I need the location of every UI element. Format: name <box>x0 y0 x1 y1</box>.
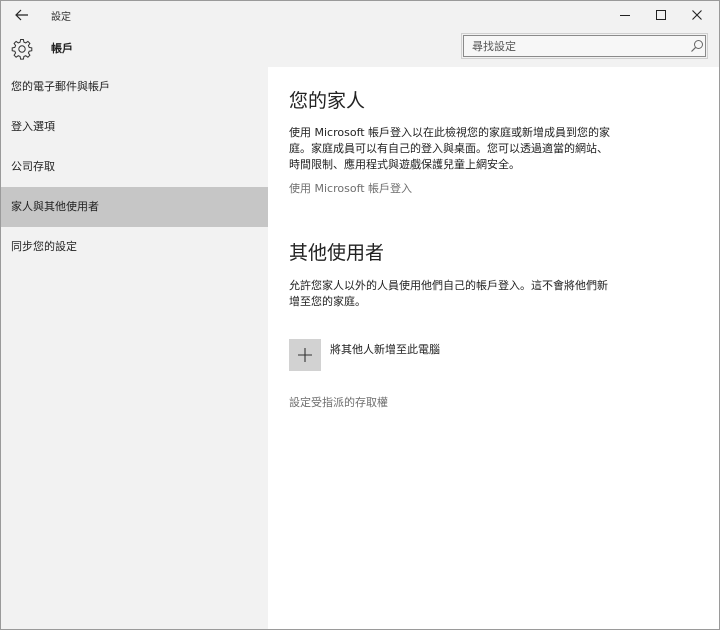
other-users-description-line: 允許您家人以外的人員使用他們自己的帳戶登入。這不會將他們新 <box>289 279 608 292</box>
other-users-description: 允許您家人以外的人員使用他們自己的帳戶登入。這不會將他們新 增至您的家庭。 <box>289 278 659 310</box>
family-description-line: 時間限制、應用程式與遊戲保護兒童上網安全。 <box>289 158 520 171</box>
add-user-label[interactable]: 將其他人新增至此電腦 <box>330 341 440 357</box>
sidebar-item-label: 同步您的設定 <box>11 240 77 253</box>
microsoft-sign-in-link[interactable]: 使用 Microsoft 帳戶登入 <box>289 180 412 196</box>
sidebar-item-label: 您的電子郵件與帳戶 <box>11 80 110 93</box>
family-description-line: 使用 Microsoft 帳戶登入以在此檢視您的家庭或新增成員到您的家 <box>289 126 611 139</box>
maximize-button[interactable] <box>643 1 679 29</box>
sidebar-item-family-other-users[interactable]: 家人與其他使用者 <box>1 187 268 227</box>
family-description: 使用 Microsoft 帳戶登入以在此檢視您的家庭或新增成員到您的家 庭。家庭… <box>289 125 659 173</box>
minimize-button[interactable] <box>607 1 643 29</box>
family-description-line: 庭。家庭成員可以有自己的登入與桌面。您可以透過適當的網站、 <box>289 142 608 155</box>
sidebar-item-work-access[interactable]: 公司存取 <box>1 147 268 187</box>
main-content: 您的家人 使用 Microsoft 帳戶登入以在此檢視您的家庭或新增成員到您的家… <box>268 67 719 629</box>
window-title: 設定 <box>51 12 71 23</box>
back-button[interactable] <box>7 4 37 26</box>
sidebar: 您的電子郵件與帳戶 登入選項 公司存取 家人與其他使用者 同步您的設定 <box>1 67 268 629</box>
sidebar-item-label: 家人與其他使用者 <box>11 200 99 213</box>
other-users-description-line: 增至您的家庭。 <box>289 295 366 308</box>
assigned-access-link[interactable]: 設定受指派的存取權 <box>289 394 388 410</box>
plus-icon <box>298 348 312 362</box>
search-box[interactable] <box>461 33 708 59</box>
page-header: 帳戶 <box>1 29 719 67</box>
add-user-button[interactable] <box>289 339 321 371</box>
family-heading: 您的家人 <box>289 90 366 112</box>
search-icon[interactable] <box>690 39 704 53</box>
maximize-icon <box>656 10 666 20</box>
other-users-heading: 其他使用者 <box>289 242 385 264</box>
page-title: 帳戶 <box>51 42 73 55</box>
sidebar-item-label: 登入選項 <box>11 120 55 133</box>
search-input[interactable] <box>472 38 677 54</box>
sidebar-item-sync-settings[interactable]: 同步您的設定 <box>1 227 268 267</box>
close-icon <box>692 10 702 20</box>
back-arrow-icon <box>15 9 28 21</box>
sidebar-item-email-accounts[interactable]: 您的電子郵件與帳戶 <box>1 67 268 107</box>
sidebar-item-label: 公司存取 <box>11 160 55 173</box>
gear-icon <box>11 39 33 60</box>
settings-window: 設定 帳戶 尋找設定 您的電子郵件與帳戶 登入選項 公司存取 家人與其他使用者 … <box>0 0 720 630</box>
title-bar: 設定 <box>1 1 719 29</box>
close-button[interactable] <box>679 1 715 29</box>
minimize-icon <box>620 15 630 16</box>
sidebar-item-sign-in-options[interactable]: 登入選項 <box>1 107 268 147</box>
